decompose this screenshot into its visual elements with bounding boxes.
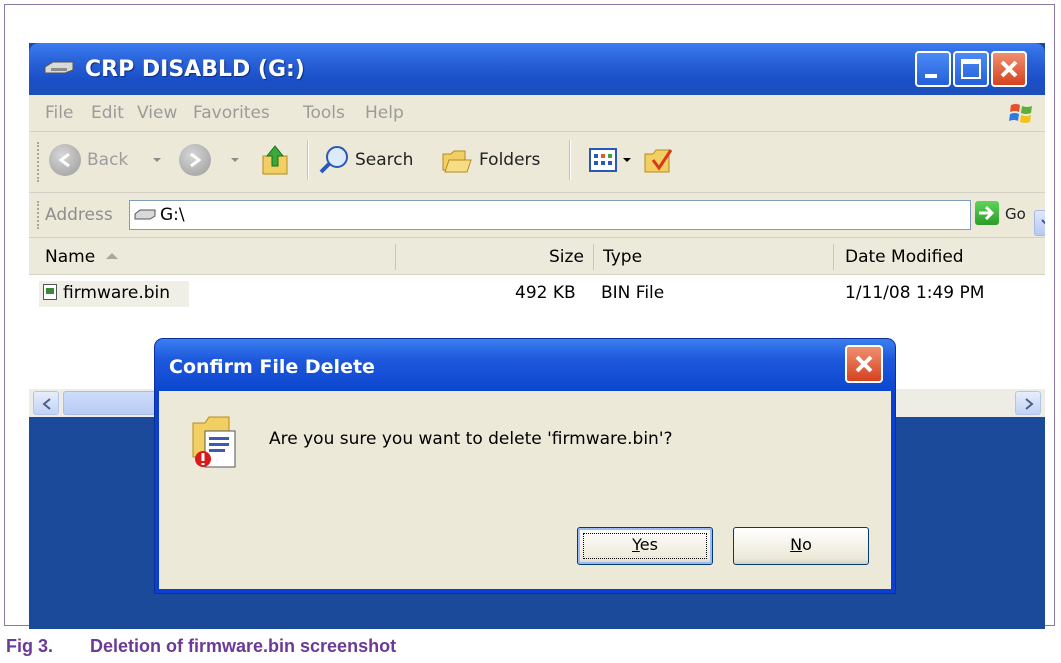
header-divider[interactable] — [833, 244, 834, 270]
dialog-title: Confirm File Delete — [169, 356, 375, 378]
dialog-body: Are you sure you want to delete 'firmwar… — [159, 391, 891, 589]
column-headers: Name Size Type Date Modified — [29, 238, 1045, 276]
no-access-key: N — [790, 535, 803, 554]
address-label: Address — [45, 205, 113, 225]
figure-caption-text: Deletion of firmware.bin screenshot — [90, 636, 397, 656]
focus-ring — [583, 533, 707, 559]
search-icon[interactable] — [319, 144, 351, 176]
menu-favorites[interactable]: Favorites — [193, 103, 270, 123]
forward-dropdown[interactable] — [231, 158, 239, 162]
back-label[interactable]: Back — [87, 150, 128, 170]
address-input[interactable]: G:\ — [129, 200, 1045, 236]
folders-label[interactable]: Folders — [479, 150, 540, 170]
file-type: BIN File — [601, 283, 665, 303]
header-divider[interactable] — [395, 244, 396, 270]
toolbar-separator — [569, 140, 571, 180]
drive-icon — [44, 61, 74, 74]
column-type[interactable]: Type — [603, 247, 642, 267]
delete-file-warning-icon — [192, 416, 236, 468]
file-name[interactable]: firmware.bin — [63, 283, 170, 303]
figure-frame: CRP DISABLD (G:) File Edit View Favorite… — [4, 4, 1055, 629]
title-bar[interactable]: CRP DISABLD (G:) — [29, 43, 1045, 95]
go-button[interactable] — [975, 201, 999, 225]
figure-caption: Fig 3. Deletion of firmware.bin screensho… — [6, 636, 396, 657]
close-icon — [855, 355, 873, 373]
menu-file[interactable]: File — [45, 103, 73, 123]
sort-asc-icon — [106, 253, 118, 259]
menu-tools[interactable]: Tools — [303, 103, 345, 123]
drive-icon — [134, 209, 156, 220]
file-size: 492 KB — [515, 283, 576, 303]
maximize-button[interactable] — [953, 51, 989, 87]
close-icon — [1000, 60, 1018, 78]
file-icon — [43, 284, 57, 300]
go-label[interactable]: Go — [1005, 205, 1026, 223]
dialog-message: Are you sure you want to delete 'firmwar… — [269, 429, 673, 449]
dialog-title-bar[interactable]: Confirm File Delete — [155, 339, 895, 391]
window-title: CRP DISABLD (G:) — [85, 57, 305, 82]
folders-icon[interactable] — [441, 146, 473, 174]
toolbar-grip[interactable] — [37, 142, 42, 182]
views-icon[interactable] — [589, 148, 617, 172]
toolbar-separator — [307, 140, 309, 180]
xp-logo-icon — [1009, 104, 1032, 123]
column-date-modified[interactable]: Date Modified — [845, 247, 964, 267]
views-dropdown[interactable] — [623, 158, 631, 162]
scroll-right-icon — [1025, 398, 1034, 410]
standard-toolbar: Back Search Folders — [29, 132, 1045, 193]
no-label: o — [802, 535, 812, 554]
column-size[interactable]: Size — [549, 247, 584, 267]
scroll-right-button[interactable] — [1015, 391, 1041, 415]
file-date: 1/11/08 1:49 PM — [845, 283, 985, 303]
search-label[interactable]: Search — [355, 150, 413, 170]
close-button[interactable] — [991, 51, 1027, 87]
menu-help[interactable]: Help — [365, 103, 404, 123]
folder-sync-icon[interactable] — [643, 144, 675, 176]
scroll-left-button[interactable] — [33, 391, 59, 415]
column-name[interactable]: Name — [45, 247, 95, 267]
chevron-down-icon — [1041, 219, 1045, 225]
header-divider[interactable] — [593, 244, 594, 270]
scroll-left-icon — [42, 398, 51, 410]
back-dropdown[interactable] — [153, 158, 161, 162]
address-bar: Address G:\ Go — [29, 193, 1045, 238]
forward-icon — [190, 152, 202, 168]
up-folder-icon[interactable] — [261, 144, 291, 178]
forward-button[interactable] — [179, 144, 211, 176]
yes-button[interactable]: Yes — [577, 527, 713, 565]
confirm-delete-dialog: Confirm File Delete Are you sure you wan… — [155, 339, 895, 593]
back-icon — [58, 152, 70, 168]
back-button[interactable] — [49, 144, 81, 176]
address-grip[interactable] — [37, 201, 42, 229]
menu-edit[interactable]: Edit — [91, 103, 124, 123]
minimize-button[interactable] — [915, 51, 951, 87]
go-icon — [979, 205, 995, 221]
no-button[interactable]: No — [733, 527, 869, 565]
figure-number: Fig 3. — [6, 636, 54, 656]
menu-bar: File Edit View Favorites Tools Help — [29, 95, 1045, 132]
address-dropdown[interactable] — [1034, 210, 1045, 236]
menu-view[interactable]: View — [137, 103, 177, 123]
dialog-close-button[interactable] — [845, 345, 883, 383]
address-value: G:\ — [160, 205, 185, 225]
